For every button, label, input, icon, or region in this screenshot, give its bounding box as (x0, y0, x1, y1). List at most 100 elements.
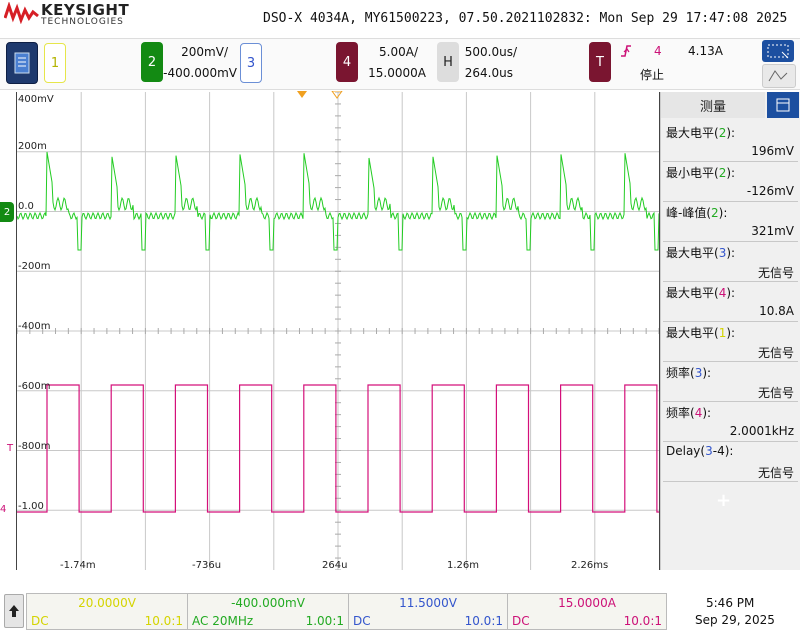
measurement-value-5: 无信号 (757, 346, 794, 360)
measurement-divider (663, 361, 798, 362)
channel-4-button[interactable]: 4 (336, 42, 358, 82)
waveform-draw-button[interactable] (762, 64, 796, 88)
waveform-display[interactable] (16, 92, 660, 570)
zoom-box-button[interactable] (762, 40, 794, 62)
measurement-divider (663, 441, 798, 442)
channel-3-probe: 10.0:1 (464, 614, 503, 628)
scope-title: DSO-X 4034A, MY61500223, 07.50.202110283… (263, 11, 788, 26)
measurement-label-prefix: 峰-峰值( (666, 206, 712, 220)
channel-4-scale: 5.00A/ (379, 45, 418, 59)
channel-2-info[interactable]: -400.000mV AC 20MHz 1.00:1 (187, 593, 349, 630)
clock-date: Sep 29, 2025 (695, 613, 775, 627)
scroll-up-button[interactable] (4, 594, 24, 628)
measurement-label-prefix: 最大电平( (666, 246, 719, 260)
x-label-3: 264u (322, 560, 348, 571)
measurement-value-4: 10.8A (759, 304, 794, 318)
measurement-divider (663, 281, 798, 282)
measurement-label-suffix: ): (718, 206, 728, 220)
measurement-label-5: 最大电平(1): (666, 324, 735, 341)
trigger-button[interactable]: T (589, 42, 611, 82)
measurement-label-suffix: ): (726, 286, 736, 300)
channel-4-number: 4 (342, 54, 352, 70)
measurement-divider (663, 201, 798, 202)
bottom-bar: 20.0000V DC 10.0:1 -400.000mV AC 20MHz 1… (0, 588, 800, 632)
x-label-2: -736u (192, 560, 222, 571)
measurement-label-suffix: ): (726, 326, 736, 340)
channel-1-offset: 20.0000V (78, 596, 136, 610)
measurement-label-prefix: Delay( (666, 444, 706, 458)
menu-button[interactable] (6, 42, 38, 84)
arrow-up-icon (9, 605, 19, 617)
notebook-icon (14, 52, 30, 74)
measurement-label-0: 最大电平(2): (666, 124, 735, 141)
measurement-label-suffix: ): (726, 166, 736, 180)
measurement-channel: 3 (705, 444, 713, 458)
measurement-value-3: 无信号 (757, 266, 794, 280)
channel-3-number: 3 (246, 55, 256, 71)
brand-subtitle: TECHNOLOGIES (41, 17, 124, 27)
channel-2-offset-bottom: -400.000mV (231, 596, 305, 610)
measurement-divider (663, 401, 798, 402)
channel-4-probe: 10.0:1 (623, 614, 662, 628)
channel-4-coupling: DC (512, 614, 530, 628)
channel-2-button[interactable]: 2 (141, 42, 163, 82)
time-reference-marker-icon (331, 91, 343, 99)
horizontal-scale: 500.0us/ (464, 45, 517, 59)
measurement-label-1: 最小电平(2): (666, 164, 735, 181)
channel-3-info[interactable]: 11.5000V DC 10.0:1 (348, 593, 508, 630)
trigger-level-marker[interactable]: T (7, 443, 13, 454)
trigger-position-marker-icon (297, 91, 307, 98)
x-label-5: 2.26ms (571, 560, 609, 571)
channel-4-ground-marker-label: 4 (0, 504, 7, 515)
measurement-label-suffix: ): (726, 126, 736, 140)
y-label-200m: 200m (18, 141, 47, 152)
channel-4-ground-marker[interactable]: 4 (0, 504, 14, 518)
y-label-neg400m: -400m (18, 321, 51, 332)
measurement-value-6: 无信号 (757, 386, 794, 400)
x-label-1: -1.74m (60, 560, 96, 571)
measurement-label-7: 频率(4): (666, 404, 711, 421)
measurement-value-2: 321mV (751, 224, 794, 238)
channel-1-probe: 10.0:1 (144, 614, 183, 628)
trigger-level: 4.13A (688, 44, 723, 58)
channel-3-offset: 11.5000V (399, 596, 457, 610)
channel-2-ground-marker[interactable]: 2 (0, 202, 14, 222)
y-label-400mv: 400mV (18, 94, 54, 105)
channel-2-ground-marker-label: 2 (3, 206, 11, 218)
measurement-label-suffix: ): (702, 366, 712, 380)
add-measurement-button[interactable]: + (716, 490, 731, 511)
measurement-divider (663, 321, 798, 322)
trigger-edge-icon (621, 45, 631, 57)
measurement-value-8: 无信号 (757, 466, 794, 480)
channel-3-coupling: DC (353, 614, 371, 628)
channel-3-button[interactable]: 3 (240, 43, 262, 83)
measurement-label-8: Delay(3-4): (666, 444, 733, 458)
measurements-menu-button[interactable] (767, 92, 799, 118)
measurement-divider (663, 241, 798, 242)
channel-2-probe: 1.00:1 (305, 614, 344, 628)
waveform-draw-icon (768, 70, 788, 82)
keysight-logo-icon (4, 2, 39, 24)
horizontal-label: H (443, 54, 453, 70)
measurements-tab[interactable]: 测量 (661, 92, 765, 118)
measurement-channel: 2 (711, 206, 719, 220)
measurement-divider (663, 481, 798, 482)
measurement-label-3: 最大电平(3): (666, 244, 735, 261)
measurement-label-prefix: 最小电平( (666, 166, 719, 180)
run-status: 停止 (640, 68, 665, 82)
measurement-label-prefix: 频率( (666, 366, 695, 380)
channel-2-scale: 200mV/ (181, 45, 228, 59)
trigger-source: 4 (654, 44, 662, 58)
measurement-label-suffix: ): (726, 246, 736, 260)
trigger-label: T (596, 54, 604, 70)
channel-1-button[interactable]: 1 (44, 43, 66, 83)
zoom-box-icon (767, 44, 789, 59)
measurement-label-prefix: 频率( (666, 406, 695, 420)
measurement-label-suffix: ): (702, 406, 712, 420)
measurement-value-1: -126mV (746, 184, 794, 198)
measurement-label-2: 峰-峰值(2): (666, 204, 727, 221)
channel-1-info[interactable]: 20.0000V DC 10.0:1 (26, 593, 188, 630)
measurement-value-7: 2.0001kHz (729, 424, 794, 438)
horizontal-button[interactable]: H (437, 42, 459, 82)
channel-4-info[interactable]: 15.0000A DC 10.0:1 (507, 593, 667, 630)
